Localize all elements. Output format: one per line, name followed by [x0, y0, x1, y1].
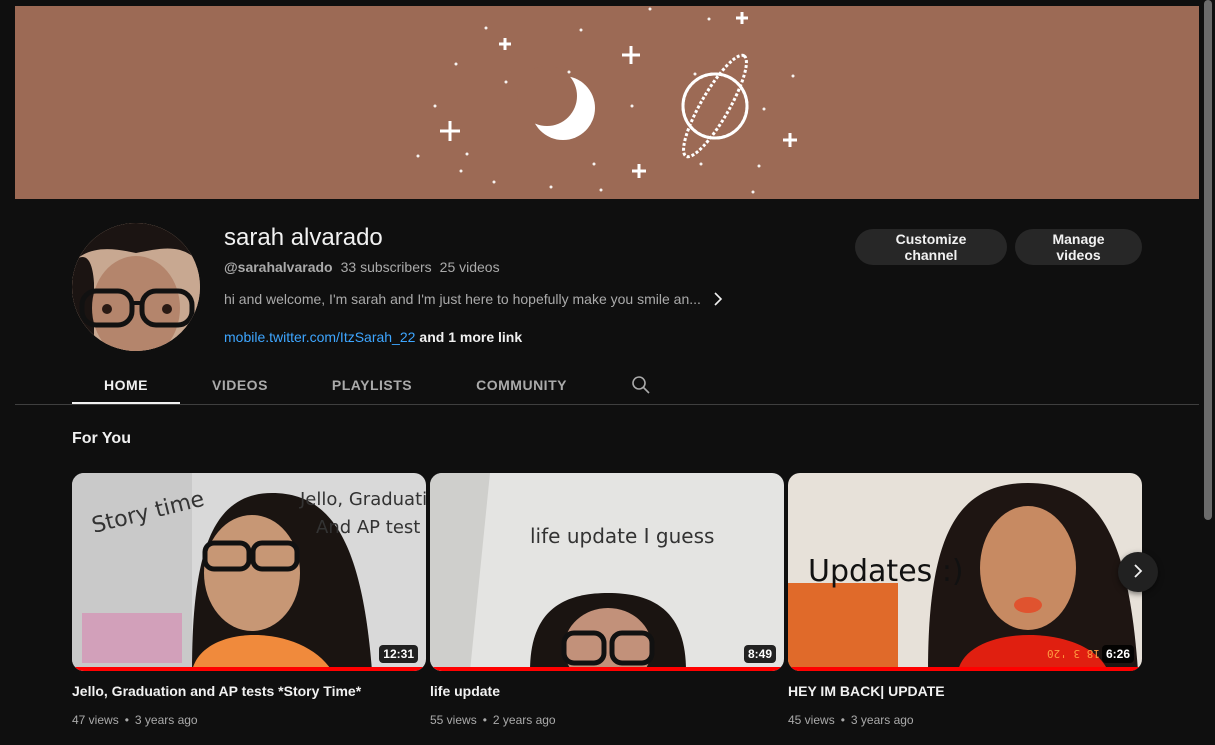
upload-age: 2 years ago: [492, 713, 556, 727]
video-card[interactable]: life update I guess 8:49 life update 55 …: [430, 473, 784, 727]
video-thumbnail[interactable]: life update I guess 8:49: [430, 473, 784, 671]
video-duration: 8:49: [743, 645, 776, 663]
video-meta: 45 views • 3 years ago: [788, 713, 914, 727]
video-meta: 47 views • 3 years ago: [72, 713, 198, 727]
thumb-text: Updates :): [808, 554, 964, 589]
tab-playlists[interactable]: Playlists: [300, 364, 444, 405]
chevron-right-icon: [1132, 563, 1144, 582]
upload-age: 3 years ago: [134, 713, 198, 727]
video-count: 25 videos: [439, 259, 500, 275]
thumb-text: Jello, Graduation: [299, 489, 426, 510]
video-thumbnail[interactable]: Story time Jello, Graduation And AP test…: [72, 473, 426, 671]
channel-name: sarah alvarado: [224, 224, 383, 251]
video-card[interactable]: Story time Jello, Graduation And AP test…: [72, 473, 426, 727]
video-title[interactable]: Jello, Graduation and AP tests *Story Ti…: [72, 683, 426, 699]
video-title[interactable]: life update: [430, 683, 784, 699]
upload-age: 3 years ago: [850, 713, 914, 727]
channel-links: mobile.twitter.com/ItzSarah_22 and 1 more…: [224, 329, 522, 345]
channel-handle: @sarahalvarado: [224, 259, 333, 275]
channel-page: sarah alvarado @sarahalvarado 33 subscrib…: [0, 0, 1215, 745]
channel-meta: @sarahalvarado 33 subscribers 25 videos: [224, 259, 500, 275]
customize-channel-button[interactable]: Customize channel: [855, 229, 1007, 265]
watch-progress-bar: [72, 667, 426, 671]
more-links[interactable]: and 1 more link: [419, 329, 522, 345]
watch-progress-bar: [788, 667, 1142, 671]
channel-avatar[interactable]: [72, 223, 200, 351]
page-scrollbar[interactable]: [1204, 0, 1212, 520]
watch-progress-bar: [430, 667, 784, 671]
thumb-text: 18 3 '20: [1047, 647, 1100, 660]
manage-videos-button[interactable]: Manage videos: [1015, 229, 1142, 265]
carousel-next-button[interactable]: [1118, 552, 1158, 592]
video-card[interactable]: Updates :) 18 3 '20 6:26 HEY IM BACK| UP…: [788, 473, 1142, 727]
channel-description[interactable]: hi and welcome, I'm sarah and I'm just h…: [224, 291, 723, 307]
view-count: 45 views: [788, 713, 835, 727]
video-duration: 12:31: [379, 645, 418, 663]
video-thumbnail[interactable]: Updates :) 18 3 '20 6:26: [788, 473, 1142, 671]
search-icon[interactable]: [599, 364, 683, 405]
view-count: 47 views: [72, 713, 119, 727]
chevron-right-icon[interactable]: [713, 292, 723, 306]
thumb-text: And AP test: [316, 517, 420, 538]
channel-banner: [15, 6, 1199, 199]
moon-icon: [517, 66, 595, 140]
video-meta: 55 views • 2 years ago: [430, 713, 556, 727]
tab-community[interactable]: Community: [444, 364, 599, 405]
video-duration: 6:26: [1101, 645, 1134, 663]
tab-videos[interactable]: Videos: [180, 364, 300, 405]
view-count: 55 views: [430, 713, 477, 727]
thumb-text: life update I guess: [530, 524, 714, 548]
tabs-divider: [15, 404, 1199, 405]
video-title[interactable]: HEY IM BACK| UPDATE: [788, 683, 1142, 699]
description-text: hi and welcome, I'm sarah and I'm just h…: [224, 291, 701, 307]
twitter-link[interactable]: mobile.twitter.com/ItzSarah_22: [224, 329, 415, 345]
tab-home[interactable]: Home: [72, 364, 180, 405]
planet-icon: [681, 53, 749, 159]
channel-tabs: Home Videos Playlists Community: [72, 364, 683, 405]
subscriber-count: 33 subscribers: [340, 259, 432, 275]
section-title: For You: [72, 430, 131, 447]
